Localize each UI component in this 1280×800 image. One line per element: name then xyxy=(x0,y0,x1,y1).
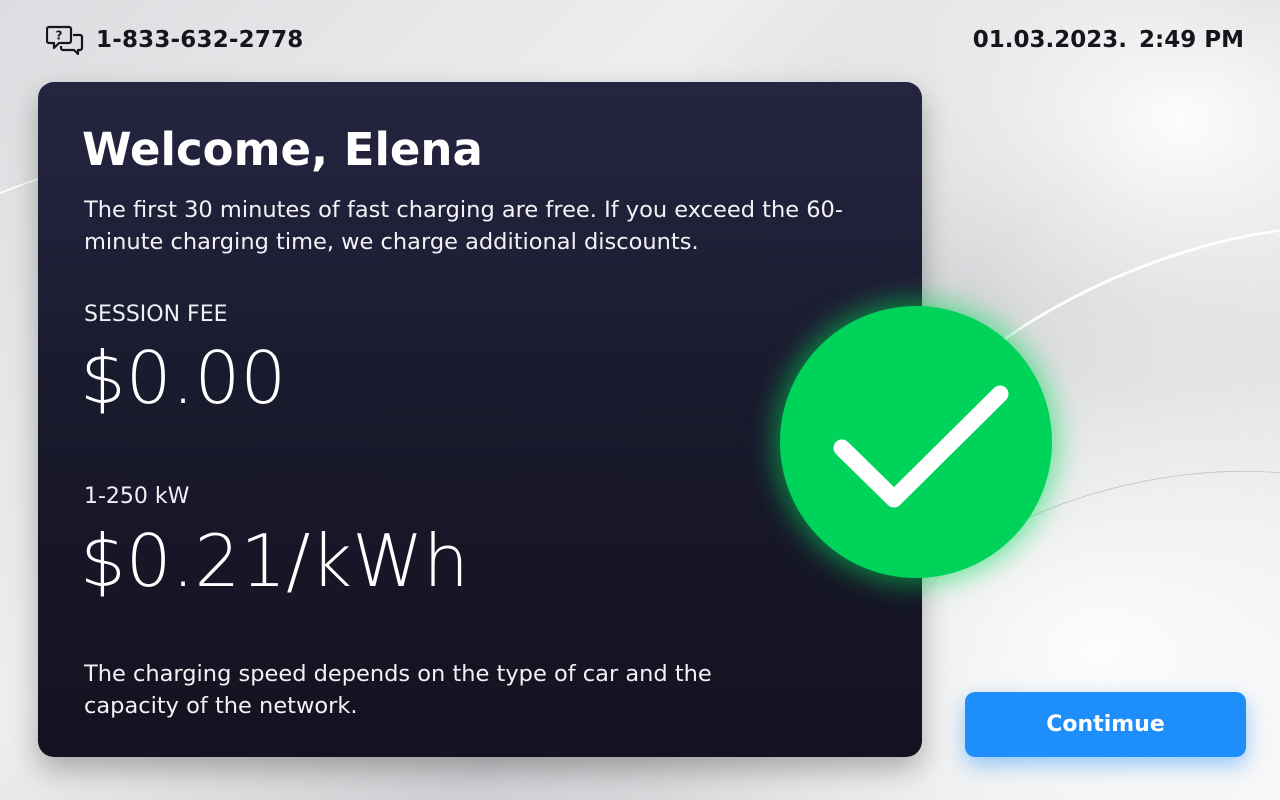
session-fee-label: SESSION FEE xyxy=(84,302,228,327)
intro-text: The first 30 minutes of fast charging ar… xyxy=(84,197,843,255)
current-time: 2:49 PM xyxy=(1139,27,1244,53)
checkmark-icon xyxy=(833,385,1009,508)
charging-speed-note: The charging speed depends on the type o… xyxy=(84,661,712,719)
support-phone[interactable]: ? 1-833-632-2778 xyxy=(46,24,303,56)
welcome-title: Welcome, Elena xyxy=(82,123,483,176)
session-fee-value: $0.00 xyxy=(80,336,287,420)
continue-button[interactable]: Contimue xyxy=(965,692,1246,757)
success-badge xyxy=(780,306,1052,578)
support-chat-icon: ? xyxy=(46,24,86,56)
rate-value: $0.21/kWh xyxy=(80,519,469,603)
rate-power-label: 1-250 kW xyxy=(84,484,190,509)
support-phone-number: 1-833-632-2778 xyxy=(96,27,304,53)
svg-text:?: ? xyxy=(56,29,63,43)
current-date: 01.03.2023. xyxy=(972,27,1128,53)
date-time: 01.03.2023. 2:49 PM xyxy=(973,24,1244,56)
